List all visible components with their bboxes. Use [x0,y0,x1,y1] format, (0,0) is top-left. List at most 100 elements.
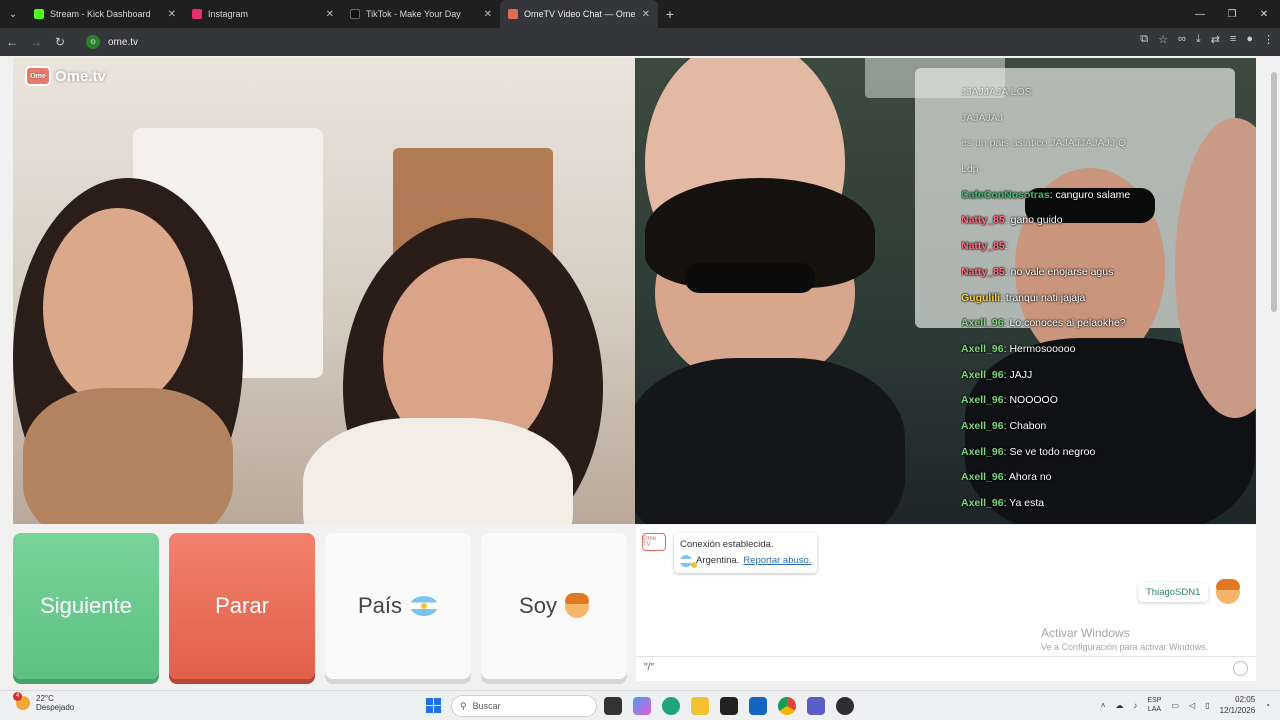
report-abuse-link[interactable]: Reportar abuso. [743,553,811,569]
profile-icon[interactable]: ● [1246,33,1253,46]
close-tab-icon[interactable]: ✕ [168,9,176,20]
obs-icon[interactable] [836,697,854,715]
chat-text: Lo conoces al pelaokhe? [1009,317,1126,330]
volume-icon[interactable]: ◁ [1189,701,1195,710]
lang-secondary: LAA [1147,706,1162,713]
new-tab-button[interactable]: + [658,6,682,22]
extension-icon[interactable]: ∞ [1178,33,1186,46]
country-button[interactable]: País [325,533,471,679]
watermark-subtitle: Ve a Configuración para activar Windows. [1041,642,1209,652]
site-info-icon[interactable]: ⊙ [86,35,100,49]
chat-message: Natty_85: [961,234,1251,260]
ometv-logo-icon: Ome [25,66,51,86]
menu-icon[interactable]: ⋮ [1263,33,1274,46]
clock-time: 02:05 [1235,695,1256,704]
tab-ometv[interactable]: OmeTV Video Chat — Ome ✕ [500,0,658,28]
reload-icon[interactable]: ↻ [48,35,72,49]
translate-icon[interactable]: ⇄ [1211,33,1220,46]
ometv-icon [508,9,518,19]
copilot-icon[interactable] [633,697,651,715]
forward-icon[interactable]: → [24,35,48,49]
page-scrollbar[interactable] [1268,58,1280,690]
gender-button[interactable]: Soy [481,533,627,679]
weather-temp: 22°C [36,694,54,703]
close-tab-icon[interactable]: ✕ [642,9,650,20]
tab-tiktok[interactable]: TikTok - Make Your Day ✕ [342,0,500,28]
tab-instagram[interactable]: Instagram ✕ [184,0,342,28]
chat-message: Axell_96: Se ve todo negroo [961,440,1251,466]
install-app-icon[interactable]: ⧉ [1140,33,1148,46]
scrollbar-thumb[interactable] [1271,72,1277,312]
brand-name: Ome.tv [55,67,106,85]
chat-username: Axell_96 [961,317,1004,330]
teams-icon[interactable] [807,697,825,715]
next-button[interactable]: Siguiente [13,533,159,679]
self-username: ThiagoSDN1 [1138,582,1209,602]
notifications-icon[interactable]: ◔ [1265,701,1270,710]
chat-input[interactable]: "/" [644,662,654,673]
microphone-icon[interactable]: ♪ [1133,701,1137,710]
url-field[interactable]: ⊙ ome.tv [80,31,1120,53]
windows-start-icon[interactable] [426,698,441,713]
chat-username: CafeConNosotras [961,188,1050,201]
search-placeholder: Buscar [472,701,501,711]
chrome-icon[interactable] [778,697,796,715]
chat-message: Natty_85: gano guido [961,208,1251,234]
chat-username: Axell_96 [961,445,1004,458]
chat-message: Natty_85: no vale enojarse agus [961,260,1251,286]
maximize-icon[interactable]: ❐ [1216,0,1248,28]
battery-icon[interactable]: ▯ [1205,701,1209,710]
edge-icon[interactable] [662,697,680,715]
chat-text: Hermosooooo [1009,342,1076,355]
tab-title: TikTok - Make Your Day [366,9,461,19]
partner-country: Argentina. [696,555,740,566]
weather-widget[interactable]: 22°C Despejado [13,692,74,712]
tab-search-icon[interactable]: ⌄ [0,0,26,28]
language-indicator[interactable]: ESP LAA [1147,696,1161,714]
chat-message: JJAJJAJA LOS [961,80,1251,106]
onedrive-icon[interactable]: ☁ [1115,701,1123,710]
ometv-logo: Ome Ome.tv [25,66,106,86]
instagram-icon [192,9,202,19]
argentina-flag-icon [680,555,697,568]
connection-status: Conexión establecida. [680,539,774,550]
taskbar-search[interactable]: ⚲ Buscar [451,695,597,717]
download-icon[interactable]: ⤓ [1196,33,1201,46]
chat-text: no vale enojarse agus [1010,265,1114,278]
chat-text: NOOOOO [1009,394,1058,407]
tab-kick[interactable]: Stream - Kick Dashboard ✕ [26,0,184,28]
lang-primary: ESP [1147,697,1162,704]
chat-username: Natty_85 [961,214,1005,227]
tab-title: OmeTV Video Chat — Ome [524,9,636,19]
clock[interactable]: 02:05 12/1/2026 [1220,694,1256,716]
close-tab-icon[interactable]: ✕ [484,9,492,20]
next-label: Siguiente [40,593,132,618]
close-window-icon[interactable]: ✕ [1248,0,1280,28]
emoji-icon[interactable] [1233,661,1248,676]
stop-button[interactable]: Parar [169,533,315,679]
chat-text: Chabon [1009,419,1047,432]
chat-message: Axell_96: Ahora no [961,465,1251,491]
chat-username: Axell_96 [961,471,1004,484]
chat-text: JJAJJAJA LOS [961,86,1032,98]
system-tray: ˄ ☁ ♪ ESP LAA ▭ ◁ ▯ 02:05 12/1/2026 ◔ [1101,694,1270,716]
chat-username: Axell_96 [961,394,1004,407]
media-icon[interactable]: ≡ [1230,33,1236,46]
store-icon[interactable] [720,697,738,715]
outlook-icon[interactable] [749,697,767,715]
weather-sun-icon [13,692,30,710]
chat-separator: : [1004,240,1008,253]
close-tab-icon[interactable]: ✕ [326,9,334,20]
file-explorer-icon[interactable] [691,697,709,715]
back-icon[interactable]: ← [0,35,24,49]
task-view-icon[interactable] [604,697,622,715]
network-icon[interactable]: ▭ [1171,701,1179,710]
bookmark-star-icon[interactable]: ☆ [1158,33,1168,46]
chat-message: JAJAJAJ [961,106,1251,132]
chat-message: Axell_96: NOOOOO [961,388,1251,414]
chat-message: Gugulili: tranqui nati jajaja [961,286,1251,312]
tray-chevron-icon[interactable]: ˄ [1101,701,1106,710]
chat-text: JAJAJAJ [961,111,1004,124]
watermark-title: Activar Windows [1041,626,1130,640]
minimize-icon[interactable]: — [1184,0,1216,28]
